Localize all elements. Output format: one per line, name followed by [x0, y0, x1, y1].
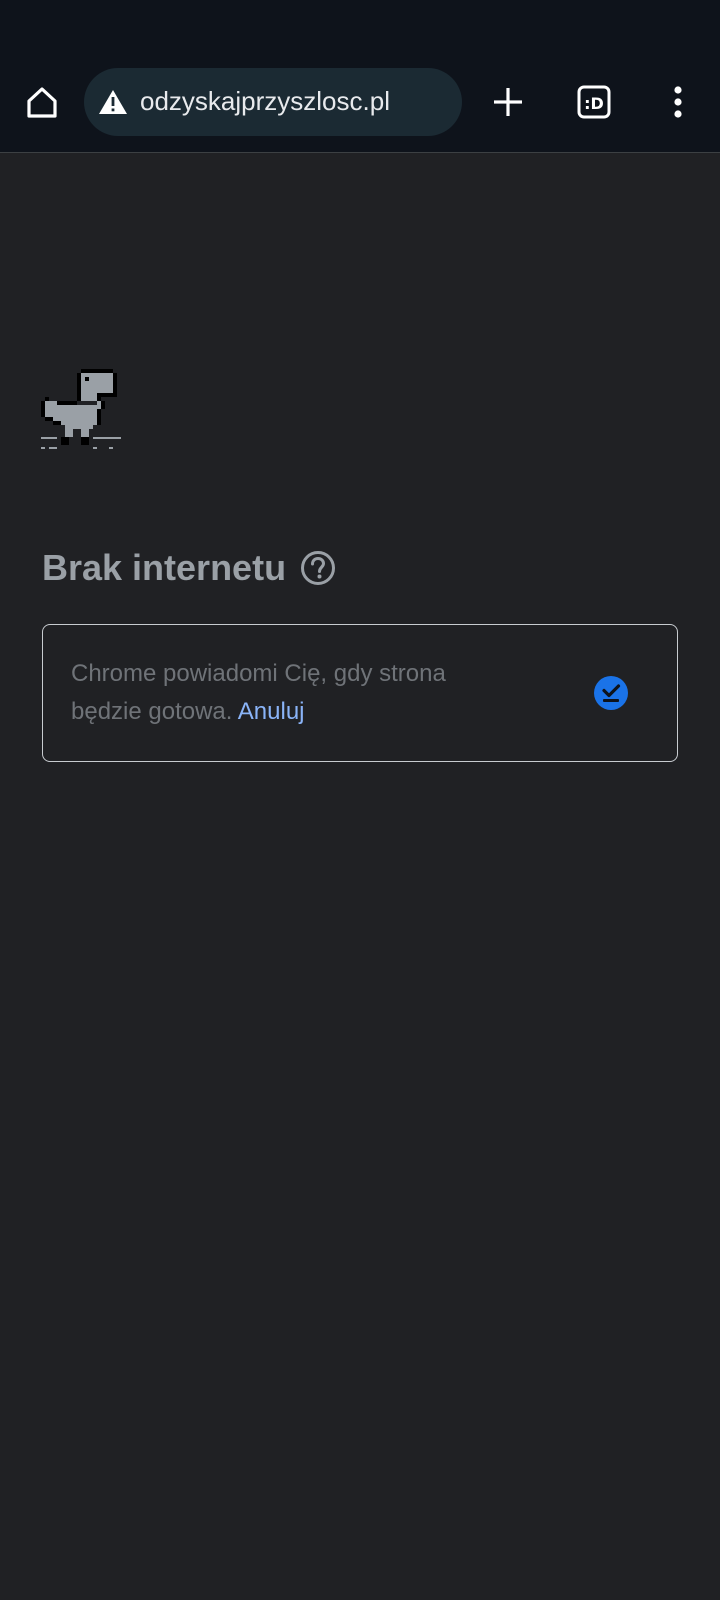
dino-icon [41, 369, 121, 449]
tab-switcher-button[interactable]: :D [570, 78, 618, 126]
home-icon [27, 87, 57, 118]
error-page: Brak internetu Chrome powiadomi Cię, gdy… [0, 153, 720, 1600]
new-tab-button[interactable] [484, 78, 532, 126]
download-done-icon [594, 676, 628, 710]
tab-switcher-label: :D [584, 94, 604, 113]
more-options-button[interactable] [654, 78, 702, 126]
home-button[interactable] [18, 78, 66, 126]
status-bar [0, 0, 720, 60]
cancel-link[interactable]: Anuluj [238, 698, 305, 725]
address-bar[interactable]: odzyskajprzyszlosc.pl [84, 68, 462, 136]
error-title-row: Brak internetu [42, 543, 336, 593]
notification-message: Chrome powiadomi Cię, gdy strona będzie … [71, 655, 521, 731]
page-title: Brak internetu [42, 547, 287, 588]
offline-notification-card: Chrome powiadomi Cię, gdy strona będzie … [42, 624, 678, 762]
browser-toolbar: odzyskajprzyszlosc.pl :D [0, 60, 720, 153]
plus-icon [494, 88, 522, 116]
help-icon[interactable] [300, 550, 336, 586]
more-vert-icon [674, 86, 682, 118]
warning-triangle-icon [99, 90, 127, 114]
tab-switcher-icon: :D [577, 85, 611, 119]
url-text: odzyskajprzyszlosc.pl [140, 86, 390, 116]
